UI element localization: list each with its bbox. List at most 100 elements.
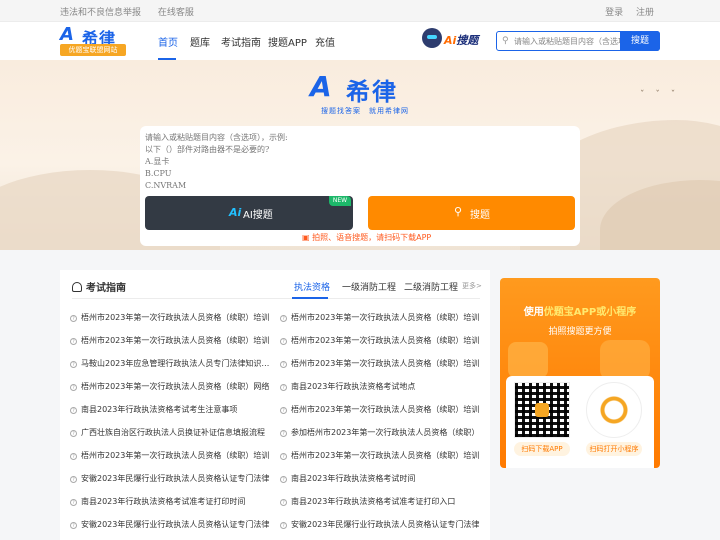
guide-list-item[interactable]: ? 梧州市2023年第一次行政执法人员资格（续职）培训 — [280, 404, 480, 415]
guide-list-item[interactable]: ? 南县2023年行政执法资格考试准考证打印时间 — [70, 496, 270, 507]
question-icon: ? — [280, 453, 287, 460]
guide-list-item[interactable]: ? 南县2023年行政执法资格考试准考证打印入口 — [280, 496, 480, 507]
question-icon: ? — [280, 315, 287, 322]
logo-tag: 优题宝联盟网站 — [60, 44, 126, 56]
guide-list-item[interactable]: ? 马鞍山2023年应急管理行政执法人员专门法律知识考试 — [70, 358, 270, 369]
guide-item-text: 梧州市2023年第一次行政执法人员资格（续职）培训 — [291, 336, 480, 345]
guide-list-item[interactable]: ? 南县2023年行政执法资格考试时间 — [280, 473, 480, 484]
nav-question-bank[interactable]: 题库 — [190, 34, 210, 49]
robot-icon — [422, 28, 442, 48]
ai-badge-text: 搜题 — [456, 34, 479, 47]
hint-text: 拍照、语音搜题，请扫码下载APP — [312, 233, 432, 242]
mini-program-qr-code — [586, 382, 642, 438]
app-qr-code — [514, 382, 570, 438]
guide-item-text: 梧州市2023年第一次行政执法人员资格（续职）培训 — [81, 451, 270, 460]
tab-active-underline — [292, 297, 328, 299]
login-link[interactable]: 登录 — [605, 8, 623, 18]
camera-decoration-icon — [508, 342, 548, 378]
promo-title-prefix: 使用 — [523, 307, 544, 318]
promo-title-highlight: 优题宝APP或小程序 — [543, 307, 637, 318]
nav-search-app[interactable]: 搜题APP — [268, 34, 307, 49]
guide-list-item[interactable]: ? 南县2023年行政执法资格考试地点 — [280, 381, 480, 392]
question-icon: ? — [280, 430, 287, 437]
nav-recharge[interactable]: 充值 — [315, 34, 335, 49]
question-icon: ? — [70, 315, 77, 322]
guide-item-text: 梧州市2023年第一次行政执法人员资格（续职）网络 — [81, 382, 270, 391]
question-icon: ? — [70, 407, 77, 414]
guide-list-item[interactable]: ? 梧州市2023年第一次行政执法人员资格（续职）培训 — [70, 312, 270, 323]
guide-item-text: 南县2023年行政执法资格考试准考证打印入口 — [291, 497, 456, 506]
guide-list-item[interactable]: ? 梧州市2023年第一次行政执法人员资格（续职）网络 — [70, 381, 270, 392]
guide-list-item[interactable]: ? 梧州市2023年第一次行政执法人员资格（续职）培训 — [280, 358, 480, 369]
nav-home[interactable]: 首页 — [158, 34, 178, 49]
guide-item-text: 马鞍山2023年应急管理行政执法人员专门法律知识考试 — [81, 359, 270, 368]
question-line: 以下（）部件对路由器不是必要的? — [145, 145, 270, 154]
guide-item-text: 安徽2023年民爆行业行政执法人员资格认证专门法律 — [81, 474, 270, 483]
tab-divider — [72, 298, 480, 299]
guide-item-text: 梧州市2023年第一次行政执法人员资格（续职）培训 — [291, 313, 480, 322]
qr-card: 扫码下载APP 扫码打开小程序 — [506, 376, 654, 468]
guide-list-item[interactable]: ? 梧州市2023年第一次行政执法人员资格（续职）培训 — [280, 450, 480, 461]
download-app-button[interactable]: 扫码下载APP — [514, 442, 570, 456]
question-icon: ? — [70, 476, 77, 483]
search-icon: ⚲ — [502, 36, 509, 46]
tab-fire-engineer-1[interactable]: 一级消防工程 — [342, 280, 396, 293]
guide-list-item[interactable]: ? 梧州市2023年第一次行政执法人员资格（续职）培训 — [280, 335, 480, 346]
search-button[interactable]: ⚲ 搜题 — [368, 196, 575, 230]
more-link[interactable]: 更多> — [462, 281, 482, 291]
guide-list-item[interactable]: ? 安徽2023年民爆行业行政执法人员资格认证专门法律 — [280, 519, 480, 530]
guide-list-item[interactable]: ? 参加梧州市2023年第一次行政执法人员资格（续职） — [280, 427, 480, 438]
nav-exam-guide[interactable]: 考试指南 — [221, 34, 261, 49]
question-icon: ? — [70, 499, 77, 506]
header: A 希律 优题宝联盟网站 首页 题库 考试指南 搜题APP 充值 Ai搜题 ⚲ … — [0, 22, 720, 60]
register-link[interactable]: 注册 — [636, 8, 654, 18]
app-download-hint[interactable]: ▣ 拍照、语音搜题，请扫码下载APP — [302, 232, 431, 243]
guide-item-text: 安徽2023年民爆行业行政执法人员资格认证专门法律 — [81, 520, 270, 529]
guide-item-text: 安徽2023年民爆行业行政执法人员资格认证专门法律 — [291, 520, 480, 529]
header-search-button[interactable]: 搜题 — [620, 31, 660, 51]
site-logo[interactable]: A 希律 优题宝联盟网站 — [60, 24, 126, 58]
guide-list-item[interactable]: ? 安徽2023年民爆行业行政执法人员资格认证专门法律 — [70, 473, 270, 484]
app-promo: 使用优题宝APP或小程序 拍照搜题更方便 扫码下载APP 扫码打开小程序 — [500, 278, 660, 468]
customer-service-link[interactable]: 在线客服 — [158, 8, 194, 18]
question-textarea[interactable]: 请输入或粘贴题目内容（含选项），示例: 以下（）部件对路由器不是必要的? A.显… — [145, 132, 375, 188]
ai-icon: Ai — [229, 206, 242, 219]
tab-fire-engineer-2[interactable]: 二级消防工程 — [404, 280, 458, 293]
question-icon: ? — [70, 361, 77, 368]
guide-item-text: 梧州市2023年第一次行政执法人员资格（续职）培训 — [291, 405, 480, 414]
question-icon: ? — [280, 407, 287, 414]
guide-list-item[interactable]: ? 安徽2023年民爆行业行政执法人员资格认证专门法律 — [70, 519, 270, 530]
hero-slogan: 搜题找答案 就用希律网 — [321, 107, 409, 115]
tab-law-enforcement[interactable]: 执法资格 — [294, 280, 330, 293]
ai-search-badge[interactable]: Ai搜题 — [418, 28, 484, 52]
hero-logo-mark: A — [310, 70, 332, 103]
ai-search-button[interactable]: Ai AI搜题 NEW — [145, 196, 353, 230]
header-search: ⚲ 请输入或粘贴题目内容（含选项） 搜题 — [496, 31, 660, 51]
open-mini-program-button[interactable]: 扫码打开小程序 — [586, 442, 642, 456]
guide-item-text: 梧州市2023年第一次行政执法人员资格（续职）培训 — [291, 451, 480, 460]
question-line: A.显卡 — [145, 157, 170, 166]
guide-item-text: 参加梧州市2023年第一次行政执法人员资格（续职） — [291, 428, 480, 437]
logo-mark: A — [60, 24, 74, 45]
exam-guide-title-text: 考试指南 — [86, 283, 126, 294]
guide-item-text: 广西壮族自治区行政执法人员换证补证信息填报流程 — [81, 428, 265, 437]
report-link[interactable]: 违法和不良信息举报 — [60, 8, 141, 18]
qr-logo-icon — [535, 403, 549, 417]
question-icon: ? — [70, 338, 77, 345]
question-icon: ? — [280, 361, 287, 368]
question-icon: ? — [70, 522, 77, 529]
question-icon: ? — [280, 338, 287, 345]
guide-list-item[interactable]: ? 梧州市2023年第一次行政执法人员资格（续职）培训 — [70, 335, 270, 346]
guide-item-text: 南县2023年行政执法资格考试时间 — [291, 474, 416, 483]
question-icon: ? — [280, 476, 287, 483]
header-search-input[interactable]: 请输入或粘贴题目内容（含选项） — [514, 36, 634, 47]
camera-icon: ▣ — [302, 233, 313, 242]
guide-list-item[interactable]: ? 南县2023年行政执法资格考试考生注意事项 — [70, 404, 270, 415]
guide-list-item[interactable]: ? 广西壮族自治区行政执法人员换证补证信息填报流程 — [70, 427, 270, 438]
guide-list-item[interactable]: ? 梧州市2023年第一次行政执法人员资格（续职）培训 — [70, 450, 270, 461]
guide-list-item[interactable]: ? 梧州市2023年第一次行政执法人员资格（续职）培训 — [280, 312, 480, 323]
question-line: C.NVRAM — [145, 181, 187, 188]
question-line: B.CPU — [145, 169, 172, 178]
question-icon: ? — [280, 522, 287, 529]
guide-item-text: 南县2023年行政执法资格考试考生注意事项 — [81, 405, 238, 414]
